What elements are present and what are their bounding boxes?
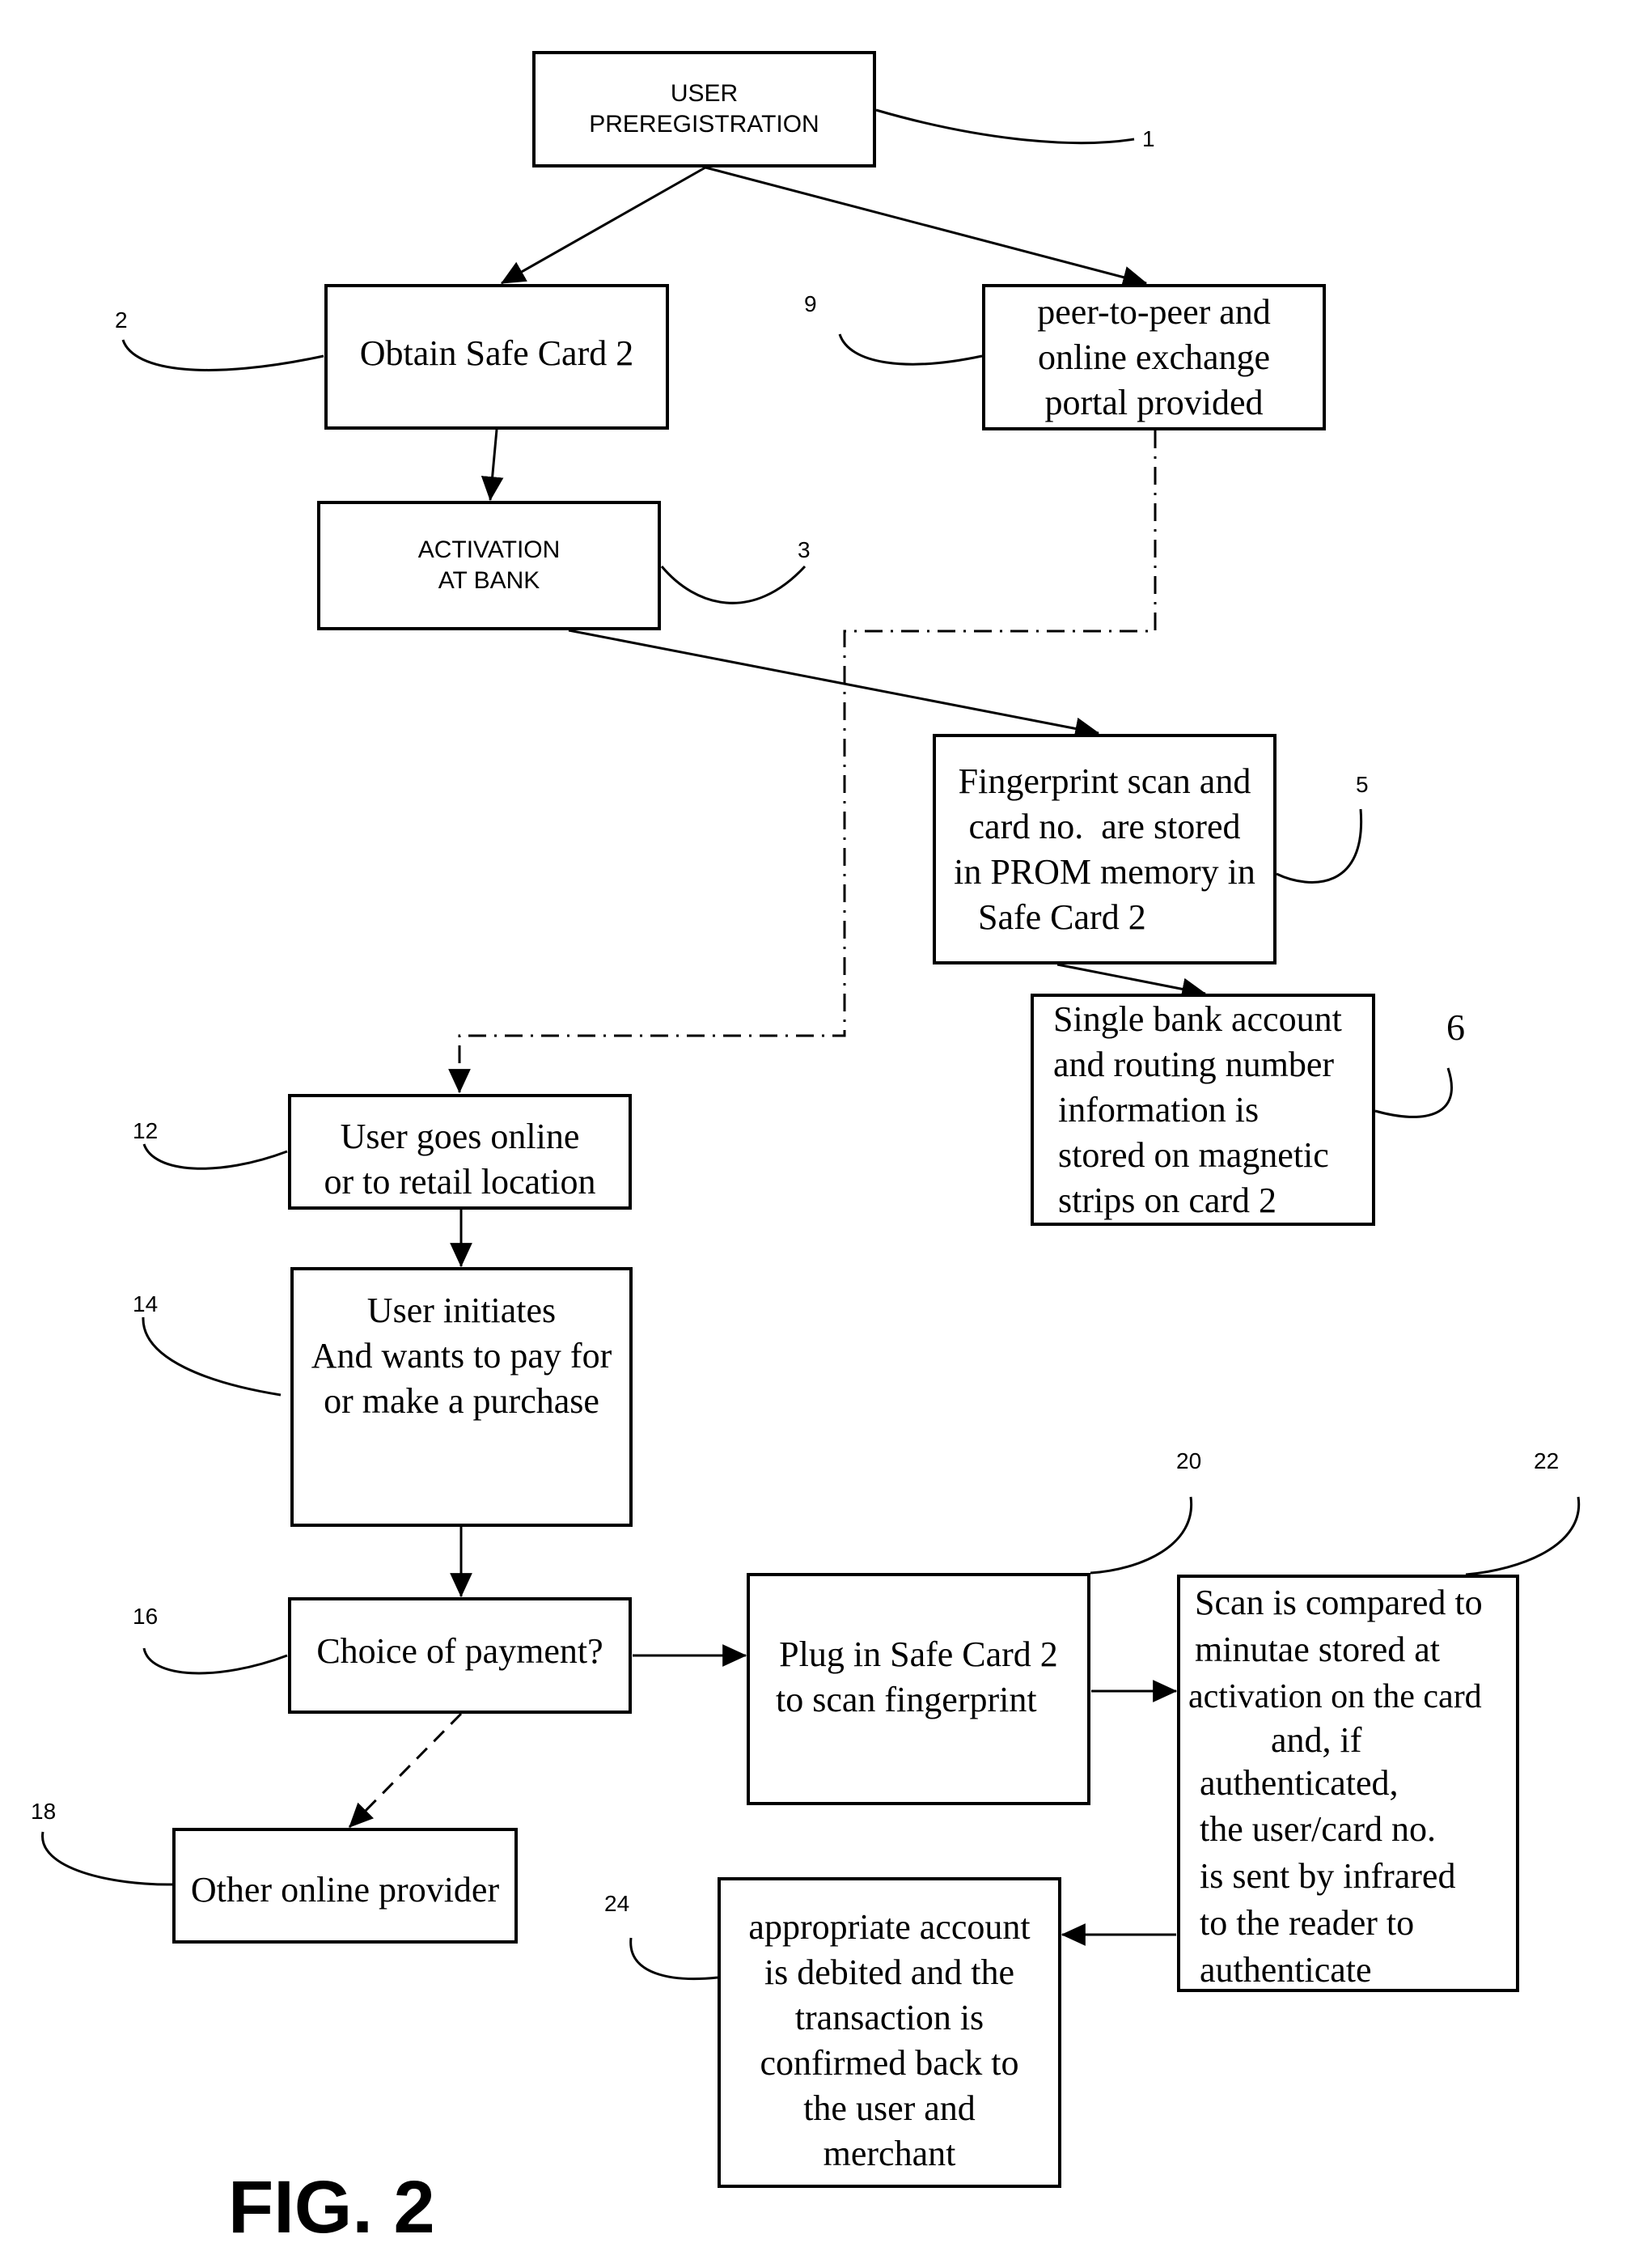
node-text-line: authenticated, — [1200, 1763, 1399, 1803]
node-text-line: information is — [1058, 1089, 1260, 1130]
lead-line-1 — [875, 108, 1135, 145]
node-obtain-safe-card: Obtain Safe Card 2 — [324, 284, 669, 430]
node-text-line: appropriate account — [748, 1907, 1031, 1947]
lead-line-12 — [142, 1143, 288, 1170]
ref-label-9: 9 — [804, 291, 817, 316]
node-text-line: and, if — [1271, 1720, 1362, 1760]
node-text-line: PREREGISTRATION — [589, 111, 819, 138]
edge-16-to-18-dashed — [348, 1712, 463, 1829]
edge-2-to-3 — [481, 429, 504, 502]
lead-line-14 — [142, 1316, 282, 1397]
lead-line-20 — [1090, 1496, 1193, 1575]
ref-label-3: 3 — [798, 537, 811, 562]
lead-line-6 — [1374, 1067, 1453, 1118]
lead-line-5 — [1276, 808, 1363, 884]
node-scan-compared: Scan is compared to minutae stored at ac… — [1177, 1575, 1519, 1992]
node-text-line: the user and — [803, 2088, 976, 2128]
node-activation-at-bank: ACTIVATION AT BANK — [317, 501, 661, 630]
lead-line-22 — [1465, 1496, 1581, 1576]
node-text-line: Single bank account — [1053, 998, 1342, 1039]
ref-label-14: 14 — [133, 1291, 159, 1316]
edge-1-to-2 — [500, 166, 706, 285]
node-text-line: authenticate — [1200, 1950, 1372, 1990]
node-user-initiates: User initiates And wants to pay for or m… — [290, 1267, 633, 1527]
lead-line-16 — [142, 1647, 288, 1675]
node-text-line: Other online provider — [190, 1869, 500, 1910]
edge-5-to-6 — [1056, 963, 1207, 1001]
node-plug-in-safe-card: Plug in Safe Card 2 to scan fingerprint — [747, 1573, 1090, 1805]
node-text-line: is debited and the — [764, 1952, 1015, 1992]
node-text-line: Choice of payment? — [316, 1631, 603, 1671]
ref-label-16: 16 — [133, 1604, 159, 1629]
node-user-preregistration: USER PREREGISTRATION — [532, 51, 876, 167]
node-text-line: card no. are stored — [968, 806, 1241, 846]
ref-label-12: 12 — [133, 1118, 159, 1143]
node-text-line: online exchange — [1037, 337, 1271, 377]
node-text-line: Obtain Safe Card 2 — [359, 333, 634, 373]
node-text-line: portal provided — [1044, 382, 1264, 422]
node-bank-account-stored: Single bank account and routing number i… — [1031, 994, 1375, 1226]
node-text-line: Plug in Safe Card 2 — [779, 1634, 1058, 1674]
node-text-line: AT BANK — [438, 567, 540, 594]
lead-line-3 — [660, 565, 807, 604]
node-text-line: stored on magnetic — [1058, 1134, 1329, 1175]
ref-label-24: 24 — [604, 1891, 630, 1916]
node-user-goes-online: User goes online or to retail location — [288, 1094, 632, 1210]
node-text-line: in PROM memory in — [954, 851, 1255, 892]
node-account-debited: appropriate account is debited and the t… — [718, 1877, 1061, 2188]
edge-3-to-5 — [568, 629, 1100, 740]
node-text-line: USER — [670, 80, 739, 107]
node-text-line: activation on the card — [1188, 1678, 1482, 1715]
ref-label-6: 6 — [1446, 1007, 1465, 1048]
node-text-line: ACTIVATION — [417, 536, 561, 563]
lead-line-2 — [121, 339, 324, 371]
node-text-line: User goes online — [340, 1117, 580, 1156]
node-choice-of-payment: Choice of payment? — [288, 1597, 632, 1714]
node-text-line: Safe Card 2 — [978, 897, 1146, 937]
node-text-line: merchant — [823, 2134, 956, 2173]
node-text-line: transaction is — [794, 1998, 984, 2037]
node-text-line: to the reader to — [1200, 1903, 1415, 1943]
edge-1-to-9 — [705, 166, 1148, 289]
node-text-line: And wants to pay for — [311, 1336, 612, 1376]
ref-label-22: 22 — [1534, 1448, 1560, 1473]
node-other-online-provider: Other online provider — [172, 1828, 518, 1944]
figure-caption: FIG. 2 — [228, 2166, 435, 2249]
lead-line-18 — [41, 1831, 173, 1886]
node-text-line: the user/card no. — [1200, 1809, 1436, 1849]
node-text-line: Scan is compared to — [1195, 1583, 1483, 1622]
ref-label-5: 5 — [1356, 772, 1369, 797]
node-text-line: or to retail location — [324, 1162, 596, 1202]
node-text-line: User initiates — [366, 1291, 557, 1330]
node-text-line: and routing number — [1053, 1044, 1335, 1084]
ref-label-2: 2 — [115, 307, 128, 333]
node-text-line: or make a purchase — [324, 1381, 599, 1421]
node-text-line: is sent by infrared — [1200, 1856, 1456, 1896]
ref-label-20: 20 — [1176, 1448, 1202, 1473]
lead-line-9 — [838, 333, 983, 366]
node-p2p-portal: peer-to-peer and online exchange portal … — [982, 284, 1326, 430]
node-text-line: strips on card 2 — [1058, 1180, 1277, 1220]
ref-label-18: 18 — [31, 1799, 57, 1824]
node-text-line: to scan fingerprint — [776, 1679, 1037, 1719]
node-fingerprint-stored: Fingerprint scan and card no. are stored… — [933, 734, 1277, 964]
node-text-line: confirmed back to — [760, 2043, 1019, 2083]
node-text-line: Fingerprint scan and — [958, 761, 1251, 801]
node-text-line: minutae stored at — [1195, 1630, 1441, 1669]
node-text-line: peer-to-peer and — [1037, 291, 1271, 332]
ref-label-1: 1 — [1142, 126, 1155, 151]
lead-line-24 — [629, 1937, 718, 1981]
